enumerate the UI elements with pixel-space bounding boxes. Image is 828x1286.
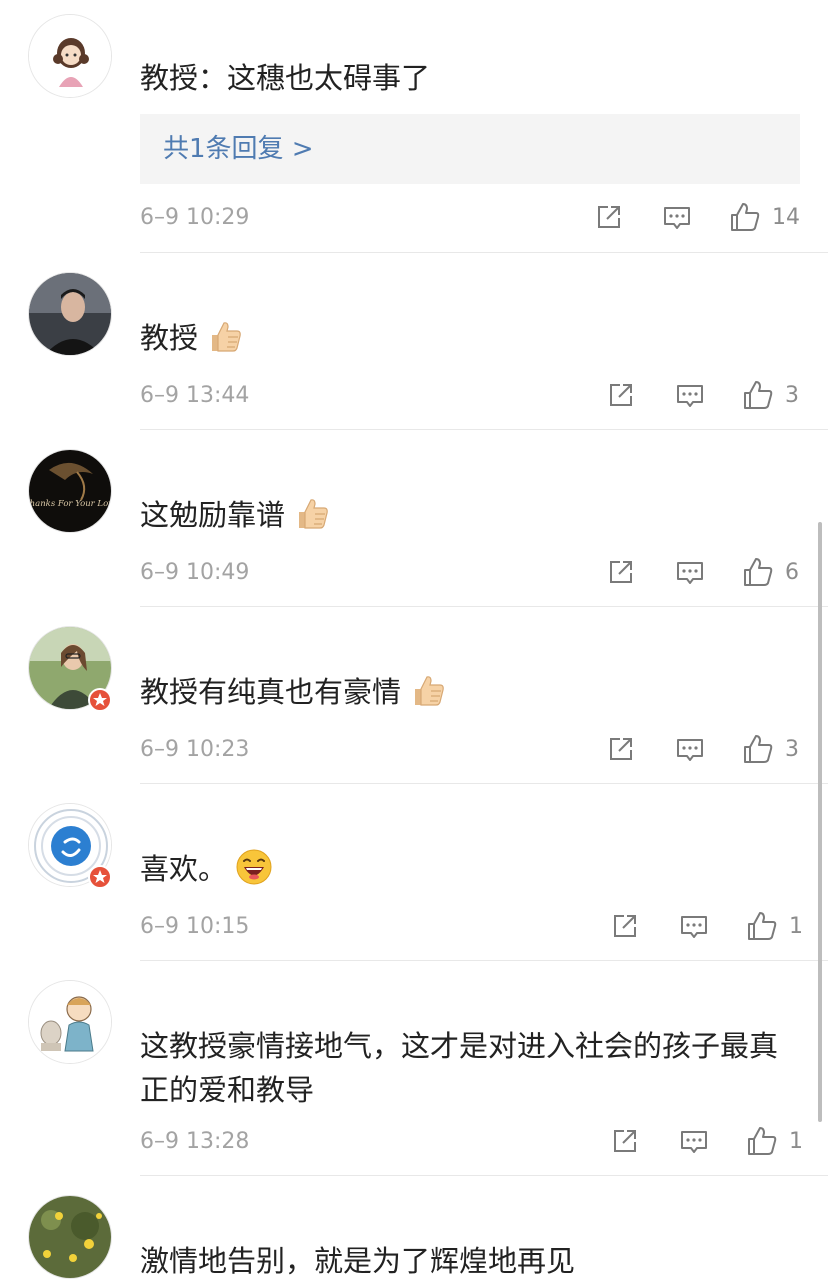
comment-meta: 6–9 13:44 3 <box>140 381 800 411</box>
share-icon[interactable] <box>608 1124 642 1158</box>
comment-meta: 6–9 10:15 1 <box>140 909 803 943</box>
like-thumb-icon[interactable] <box>745 1124 779 1158</box>
like-count: 3 <box>785 737 799 762</box>
verified-badge-icon <box>88 688 112 712</box>
like-count: 1 <box>789 914 803 939</box>
comment-meta: 6–9 10:29 14 <box>140 203 800 233</box>
avatar-caption: Thanks For Your Love <box>29 499 112 509</box>
like-count: 1 <box>789 1129 803 1154</box>
comment-text-content: 教授 <box>140 321 199 355</box>
divider <box>140 960 828 961</box>
like-thumb-icon[interactable] <box>745 909 779 943</box>
user-avatar[interactable] <box>28 272 112 356</box>
scrollbar[interactable] <box>818 522 822 1122</box>
comment-text-content: 这勉励靠谱 <box>140 498 286 532</box>
comment-text: 教授有纯真也有豪情 <box>140 670 800 714</box>
comment-meta: 6–9 13:28 1 <box>140 1124 803 1158</box>
laughing-face-emoji-icon <box>236 849 272 885</box>
user-avatar[interactable] <box>28 1195 112 1279</box>
user-avatar[interactable]: Thanks For Your Love <box>28 449 112 533</box>
comment-text: 喜欢。 <box>140 847 800 891</box>
reply-summary-box[interactable]: 共1条回复 > <box>140 114 800 184</box>
thumbs-up-emoji-icon <box>212 322 241 352</box>
comment-text: 教授 <box>140 316 800 360</box>
divider <box>140 252 828 253</box>
reply-comment-icon[interactable] <box>677 909 711 943</box>
comment-time: 6–9 10:49 <box>140 560 250 585</box>
comment-time: 6–9 10:23 <box>140 737 250 762</box>
comment-meta: 6–9 10:49 6 <box>140 558 800 588</box>
thumbs-up-emoji-icon <box>415 676 444 706</box>
reply-comment-icon[interactable] <box>673 555 707 589</box>
comment-time: 6–9 13:44 <box>140 383 250 408</box>
comment-meta: 6–9 10:23 3 <box>140 735 800 765</box>
reply-comment-icon[interactable] <box>677 1124 711 1158</box>
comment-time: 6–9 10:29 <box>140 205 250 230</box>
user-avatar[interactable] <box>28 14 112 98</box>
like-count: 6 <box>785 560 799 585</box>
divider <box>140 783 828 784</box>
share-icon[interactable] <box>592 200 626 234</box>
comment-time: 6–9 13:28 <box>140 1129 250 1154</box>
like-thumb-icon[interactable] <box>741 732 775 766</box>
view-replies-link[interactable]: 共1条回复 > <box>163 114 314 184</box>
share-icon[interactable] <box>604 555 638 589</box>
thumbs-up-emoji-icon <box>299 499 328 529</box>
comment-text-content: 教授有纯真也有豪情 <box>140 675 402 709</box>
user-avatar[interactable] <box>28 980 112 1064</box>
share-icon[interactable] <box>608 909 642 943</box>
share-icon[interactable] <box>604 378 638 412</box>
like-count: 3 <box>785 383 799 408</box>
like-thumb-icon[interactable] <box>728 200 762 234</box>
divider <box>140 1175 828 1176</box>
comment-text: 这教授豪情接地气，这才是对进入社会的孩子最真正的爱和教导 <box>140 1029 779 1107</box>
comment-text-content: 喜欢。 <box>140 852 228 886</box>
reply-comment-icon[interactable] <box>673 378 707 412</box>
comment-time: 6–9 10:15 <box>140 914 250 939</box>
comment-text: 教授：这穗也太碍事了 <box>140 61 431 95</box>
verified-badge-icon <box>88 865 112 889</box>
like-thumb-icon[interactable] <box>741 555 775 589</box>
reply-comment-icon[interactable] <box>660 200 694 234</box>
reply-comment-icon[interactable] <box>673 732 707 766</box>
divider <box>140 606 828 607</box>
like-count: 14 <box>772 205 800 230</box>
comment-text: 激情地告别，就是为了辉煌地再见 <box>140 1244 576 1278</box>
divider <box>140 429 828 430</box>
share-icon[interactable] <box>604 732 638 766</box>
comment-text: 这勉励靠谱 <box>140 493 800 537</box>
like-thumb-icon[interactable] <box>741 378 775 412</box>
